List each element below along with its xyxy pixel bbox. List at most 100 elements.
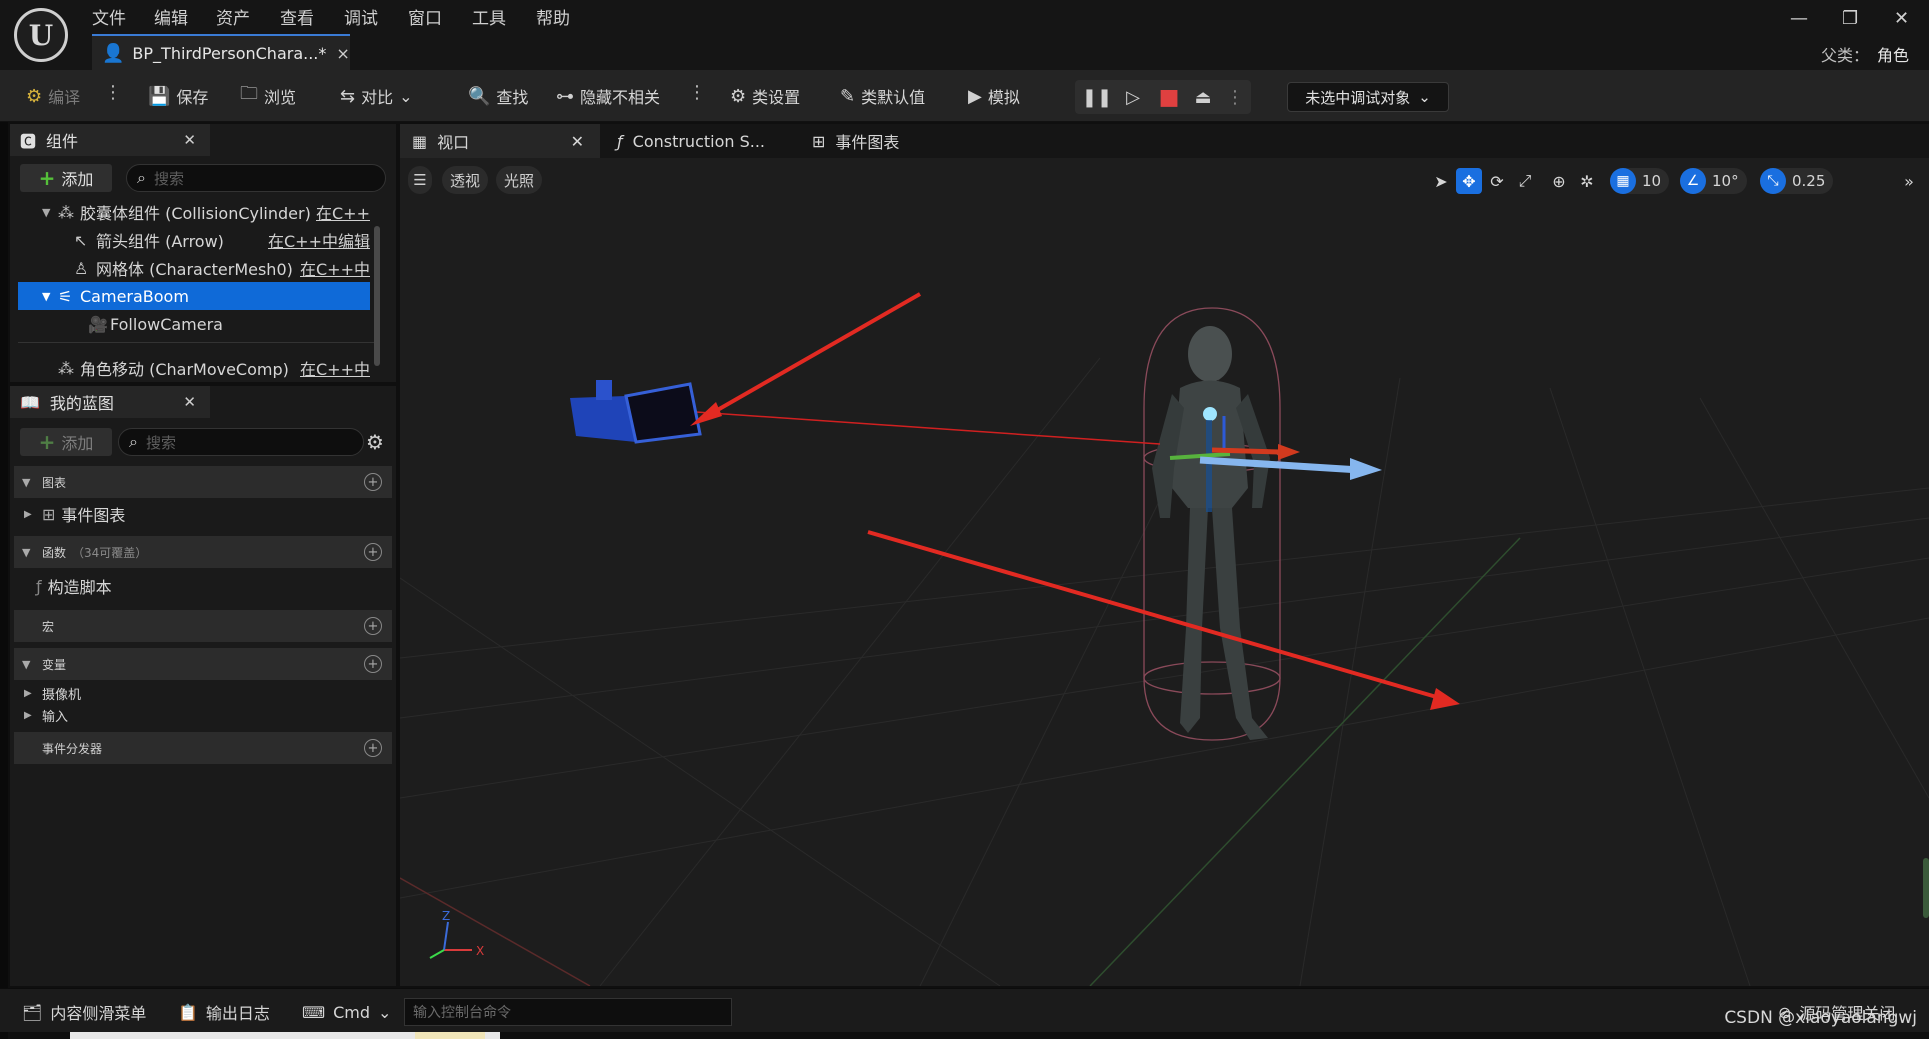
add-blueprint-item-button[interactable]: + 添加	[20, 428, 112, 456]
tree-item-followcamera[interactable]: 🎥 FollowCamera	[18, 310, 378, 338]
play-options-icon[interactable]: ⋮	[1221, 84, 1249, 110]
console-command-input[interactable]: 输入控制台命令	[404, 998, 732, 1026]
close-window-button[interactable]: ✕	[1894, 8, 1909, 29]
parent-class: 父类： 角色	[1821, 42, 1909, 66]
compile-options-icon[interactable]: ⋮	[104, 82, 122, 103]
rotation-snap-value: 10°	[1712, 172, 1739, 190]
simulate-button[interactable]: ▶ 模拟	[968, 82, 1020, 110]
save-button[interactable]: 💾 保存	[148, 82, 208, 110]
parent-class-link[interactable]: 角色	[1877, 46, 1909, 65]
scale-snap-toggle[interactable]: ⤡ 0.25	[1760, 168, 1834, 194]
collapse-arrow-icon[interactable]: ▼	[42, 206, 58, 219]
viewport-3d[interactable]: X Z ☰ 透视 光照 ➤ ✥ ⟳ ⤢ ⊕ ✲ ▦ 10 ∠ 10° ⤡ 0.2…	[400, 158, 1929, 986]
components-search[interactable]: ⌕ 搜索	[126, 164, 386, 192]
stop-button[interactable]: ■	[1155, 84, 1183, 110]
tree-item-mesh[interactable]: ♙ 网格体 (CharacterMesh0) 在C++中	[18, 254, 378, 282]
edit-in-cpp-link[interactable]: 在C++	[316, 200, 378, 224]
tab-event-graph[interactable]: ⊞ 事件图表	[800, 124, 1000, 158]
section-functions[interactable]: ▼ 函数 （34可覆盖） +	[14, 536, 392, 568]
output-log-button[interactable]: 📋 输出日志	[178, 999, 270, 1025]
add-component-button[interactable]: + 添加	[20, 164, 112, 192]
expand-arrow-icon[interactable]: ▶	[24, 710, 36, 721]
document-tab[interactable]: 👤 BP_ThirdPersonChara...* ×	[92, 34, 350, 70]
class-defaults-button[interactable]: ✎ 类默认值	[840, 82, 925, 110]
section-dispatchers[interactable]: 事件分发器 +	[14, 732, 392, 764]
variable-category-input[interactable]: ▶ 输入	[24, 704, 68, 726]
step-button[interactable]: ▷	[1119, 84, 1147, 110]
expand-toolbar-icon[interactable]: »	[1896, 168, 1922, 194]
blueprint-search[interactable]: ⌕ 搜索	[118, 428, 364, 456]
collapse-arrow-icon[interactable]: ▼	[42, 290, 58, 303]
my-blueprint-tab[interactable]: 📖 我的蓝图 ✕	[10, 386, 210, 418]
restore-button[interactable]: ❐	[1842, 8, 1858, 29]
pause-button[interactable]: ❚❚	[1082, 84, 1112, 110]
edit-in-cpp-link[interactable]: 在C++中	[300, 358, 378, 378]
viewport-side-handle[interactable]	[1923, 858, 1929, 918]
rotation-snap-toggle[interactable]: ∠ 10°	[1680, 168, 1747, 194]
add-graph-icon[interactable]: +	[364, 473, 382, 491]
compile-button[interactable]: ⚙ 编译	[26, 82, 80, 110]
tree-item-capsule[interactable]: ▼ ⁂ 胶囊体组件 (CollisionCylinder) 在C++	[18, 198, 378, 226]
tree-item-charmove[interactable]: ⁂ 角色移动 (CharMoveComp) 在C++中	[18, 358, 378, 379]
components-scrollbar[interactable]	[374, 226, 380, 366]
rotate-mode-icon[interactable]: ⟳	[1484, 168, 1510, 194]
expand-arrow-icon[interactable]: ▶	[24, 509, 36, 520]
hide-options-icon[interactable]: ⋮	[688, 82, 706, 103]
close-tab-icon[interactable]: ✕	[571, 132, 584, 151]
menu-tools[interactable]: 工具	[472, 4, 506, 29]
section-graphs-label: 图表	[42, 475, 67, 490]
tab-construction-script[interactable]: ƒ Construction S...	[605, 124, 795, 158]
class-settings-button[interactable]: ⚙ 类设置	[730, 82, 800, 110]
category-input-label: 输入	[42, 709, 69, 725]
menu-help[interactable]: 帮助	[536, 4, 570, 29]
add-variable-icon[interactable]: +	[364, 655, 382, 673]
translate-mode-icon[interactable]: ✥	[1456, 168, 1482, 194]
diff-button[interactable]: ⇆ 对比 ⌄	[340, 82, 413, 110]
scale-mode-icon[interactable]: ⤢	[1512, 168, 1538, 194]
event-graph-item[interactable]: ▶ ⊞ 事件图表	[24, 500, 125, 528]
function-icon: ƒ	[617, 131, 623, 151]
close-panel-icon[interactable]: ✕	[183, 393, 196, 411]
close-panel-icon[interactable]: ✕	[183, 131, 196, 149]
edit-in-cpp-link[interactable]: 在C++中	[300, 256, 378, 280]
section-macros[interactable]: 宏 +	[14, 610, 392, 642]
tree-item-cameraboom[interactable]: ▼ ⚟ CameraBoom	[18, 282, 370, 310]
minimize-button[interactable]: —	[1790, 8, 1808, 29]
browse-button[interactable]: 🗀 浏览	[240, 82, 296, 110]
components-tab[interactable]: 🅲 组件 ✕	[10, 124, 210, 156]
add-macro-icon[interactable]: +	[364, 617, 382, 635]
unreal-logo-icon[interactable]: U	[14, 8, 68, 62]
settings-gear-icon[interactable]: ⚙	[366, 430, 384, 454]
menu-view[interactable]: 查看	[280, 4, 314, 29]
edit-in-cpp-link[interactable]: 在C++中编辑	[268, 228, 378, 252]
add-function-icon[interactable]: +	[364, 543, 382, 561]
menu-window[interactable]: 窗口	[408, 4, 442, 29]
construction-script-item[interactable]: ƒ 构造脚本	[36, 572, 112, 600]
viewport-menu-button[interactable]: ☰	[408, 166, 432, 194]
x-axis-line	[400, 877, 591, 986]
variable-category-camera[interactable]: ▶ 摄像机	[24, 682, 81, 704]
tree-item-arrow[interactable]: ↖ 箭头组件 (Arrow) 在C++中编辑	[18, 226, 378, 254]
section-variables[interactable]: ▼ 变量 +	[14, 648, 392, 680]
find-button[interactable]: 🔍 查找	[468, 82, 528, 110]
menu-debug[interactable]: 调试	[344, 4, 378, 29]
content-drawer-button[interactable]: 🗂 内容侧滑菜单	[22, 999, 146, 1025]
cmd-selector[interactable]: ⌨ Cmd ⌄	[302, 999, 391, 1025]
section-graphs[interactable]: ▼ 图表 +	[14, 466, 392, 498]
tab-viewport[interactable]: ▦ 视口 ✕	[400, 124, 600, 158]
lit-button[interactable]: 光照	[496, 166, 542, 194]
debug-object-select[interactable]: 未选中调试对象 ⌄	[1287, 82, 1449, 112]
add-dispatcher-icon[interactable]: +	[364, 739, 382, 757]
expand-arrow-icon[interactable]: ▶	[24, 688, 36, 699]
select-mode-icon[interactable]: ➤	[1428, 168, 1454, 194]
perspective-button[interactable]: 透视	[442, 166, 488, 194]
grid-snap-toggle[interactable]: ▦ 10	[1610, 168, 1670, 194]
menu-file[interactable]: 文件	[92, 4, 126, 29]
menu-edit[interactable]: 编辑	[154, 4, 188, 29]
close-tab-icon[interactable]: ×	[336, 44, 349, 63]
eject-button[interactable]: ⏏	[1189, 84, 1217, 110]
hide-unrelated-button[interactable]: ⊶ 隐藏不相关	[556, 82, 660, 110]
menu-asset[interactable]: 资产	[216, 4, 250, 29]
surface-snap-icon[interactable]: ✲	[1574, 168, 1600, 194]
world-local-icon[interactable]: ⊕	[1546, 168, 1572, 194]
